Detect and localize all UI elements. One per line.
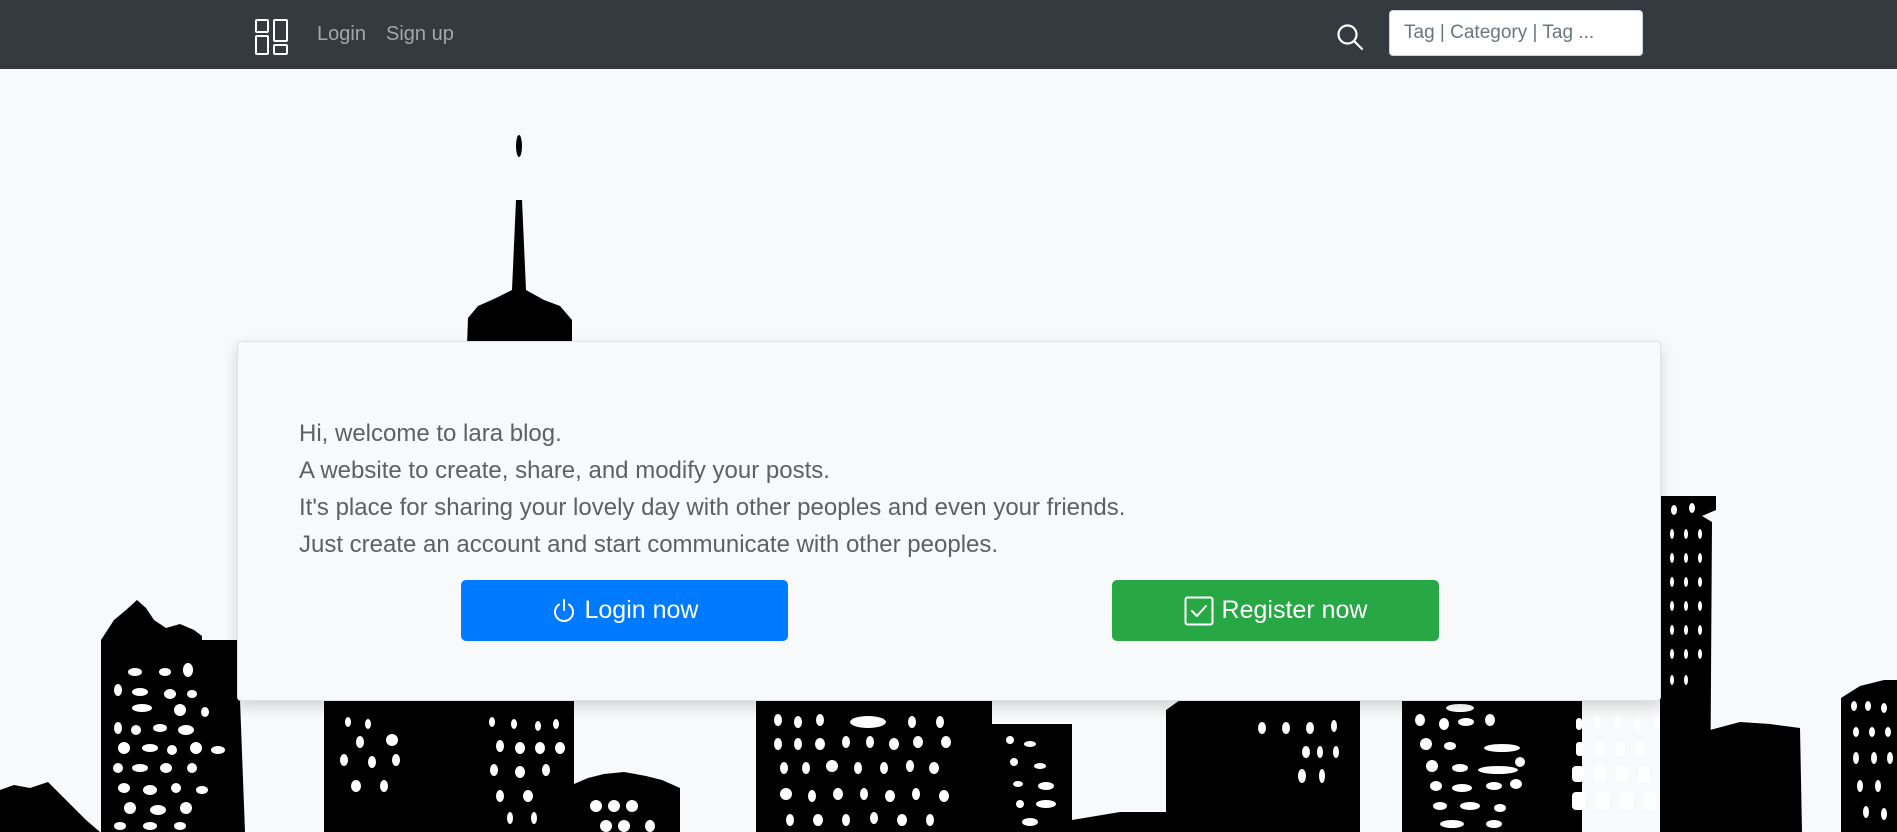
welcome-line: Hi, welcome to lara blog. [299, 420, 562, 447]
checkbox-icon [1184, 596, 1214, 625]
register-now-button[interactable]: Register now [1112, 580, 1439, 641]
welcome-line: It's place for sharing your lovely day w… [299, 494, 1126, 521]
welcome-line: Just create an account and start communi… [299, 531, 999, 558]
login-now-label: Login now [584, 596, 699, 624]
welcome-card: Hi, welcome to lara blog. A website to c… [237, 341, 1661, 701]
power-icon [553, 598, 574, 622]
welcome-message: Hi, welcome to lara blog. A website to c… [299, 415, 1125, 563]
welcome-line: A website to create, share, and modify y… [299, 457, 830, 484]
register-now-label: Register now [1221, 596, 1368, 624]
login-now-button[interactable]: Login now [461, 580, 788, 641]
